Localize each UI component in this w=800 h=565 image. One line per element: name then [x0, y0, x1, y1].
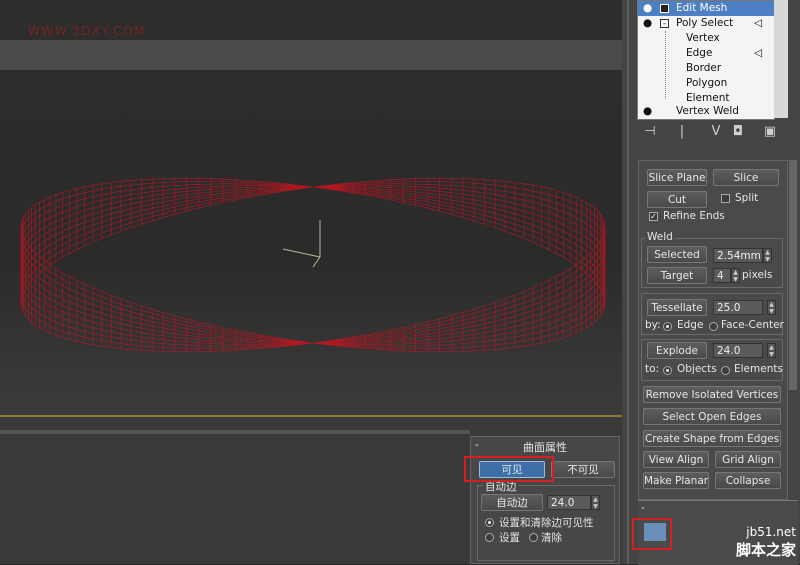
configure-modifier-sets-icon[interactable]: ▣ — [760, 122, 780, 142]
cut-button[interactable]: Cut — [647, 191, 707, 208]
site-url: jb51.net — [746, 525, 796, 539]
rollout-minus-icon[interactable]: - — [641, 502, 645, 514]
edit-geometry-rollout: Slice Plane Slice Cut Split ✓ Refine End… — [638, 160, 788, 500]
collapse-button[interactable]: Collapse — [715, 472, 781, 489]
to-label: to: — [645, 363, 660, 375]
track-bar[interactable] — [0, 430, 470, 434]
set-radio[interactable] — [485, 533, 494, 542]
refine-ends-checkbox[interactable]: ✓ — [649, 212, 658, 221]
make-unique-icon[interactable]: V — [706, 122, 726, 142]
rollout-scrollbar[interactable] — [789, 160, 797, 390]
auto-edge-threshold-input[interactable]: 24.0 — [547, 495, 591, 510]
split-checkbox[interactable] — [721, 194, 730, 203]
stack-item-edit-mesh[interactable]: ● Edit Mesh — [638, 1, 774, 16]
split-label: Split — [735, 192, 759, 204]
set-and-clear-label: 设置和清除边可见性 — [499, 517, 594, 529]
highlight-box — [632, 518, 672, 550]
weld-target-button[interactable]: Target — [647, 267, 707, 284]
lightbulb-icon[interactable]: ● — [643, 1, 652, 16]
tree-connector — [665, 31, 666, 99]
lightbulb-icon[interactable]: ● — [643, 105, 652, 118]
tessellate-face-center-radio[interactable] — [709, 322, 718, 331]
stack-item-label: Element — [686, 92, 730, 104]
explode-button[interactable]: Explode — [647, 342, 707, 359]
stack-item-label: Edit Mesh — [676, 2, 728, 14]
explode-elements-radio[interactable] — [721, 366, 730, 375]
invisible-button[interactable]: 不可见 — [551, 461, 615, 478]
set-label: 设置 — [499, 532, 520, 544]
stack-item-label: Edge — [686, 47, 713, 59]
clear-label: 清除 — [541, 532, 562, 544]
triangle-marker-icon: ◁ — [754, 47, 763, 59]
mobius-wireframe-mesh[interactable] — [0, 0, 622, 415]
auto-edge-button[interactable]: 自动边 — [481, 494, 543, 511]
create-shape-from-edges-button[interactable]: Create Shape from Edges — [643, 430, 781, 447]
slice-plane-button[interactable]: Slice Plane — [647, 169, 707, 186]
weld-group-label: Weld — [645, 231, 675, 243]
highlight-box — [464, 456, 554, 482]
weld-target-input[interactable]: 4 — [713, 268, 731, 283]
grid-align-button[interactable]: Grid Align — [715, 451, 781, 468]
stack-item-edge[interactable]: Edge ◁ — [638, 46, 774, 61]
spinner-icon[interactable]: ▲ ▼ — [591, 495, 600, 510]
explode-objects-radio[interactable] — [663, 366, 672, 375]
transform-gizmo-icon — [282, 220, 321, 268]
viewport-frame — [0, 415, 622, 417]
explode-angle-input[interactable]: 24.0 — [713, 343, 763, 358]
site-watermark: jb51.net 脚本之家 — [736, 525, 796, 560]
stack-item-label: Vertex Weld — [676, 105, 739, 117]
triangle-marker-icon: ◁ — [754, 17, 763, 29]
collapse-icon[interactable]: - — [660, 19, 669, 28]
stack-item-label: Border — [686, 62, 722, 74]
edge-label: Edge — [677, 319, 704, 331]
clear-radio[interactable] — [529, 533, 538, 542]
refine-ends-label: Refine Ends — [663, 210, 725, 222]
spinner-icon[interactable]: ▲ ▼ — [763, 248, 772, 263]
remove-isolated-vertices-button[interactable]: Remove Isolated Vertices — [643, 386, 781, 403]
set-and-clear-radio[interactable] — [485, 518, 494, 527]
objects-label: Objects — [677, 363, 717, 375]
stack-item-label: Polygon — [686, 77, 728, 89]
face-center-label: Face-Center — [721, 319, 784, 331]
select-open-edges-button[interactable]: Select Open Edges — [643, 408, 781, 425]
expand-icon[interactable] — [660, 4, 669, 13]
lightbulb-icon[interactable]: ● — [643, 16, 652, 31]
tessellate-edge-radio[interactable] — [663, 322, 672, 331]
stack-item-label: Vertex — [686, 32, 720, 44]
site-name: 脚本之家 — [735, 541, 796, 559]
tessellate-button[interactable]: Tessellate — [647, 299, 707, 316]
weld-selected-button[interactable]: Selected — [647, 246, 707, 263]
elements-label: Elements — [734, 363, 783, 375]
tessellate-tension-input[interactable]: 25.0 — [713, 300, 763, 315]
show-end-result-icon[interactable]: | — [672, 122, 692, 142]
spinner-icon[interactable]: ▲ ▼ — [767, 343, 776, 358]
stack-toolbar: ⊣ | V ◘ ▣ — [636, 122, 786, 144]
by-label: by: — [645, 319, 661, 331]
rollout-title: 曲面属性 — [523, 441, 567, 454]
stack-item-label: Poly Select — [676, 17, 734, 29]
stack-scrollbar[interactable] — [774, 0, 788, 118]
weld-threshold-input[interactable]: 2.54mm — [713, 248, 763, 263]
stack-item-poly-select[interactable]: ● - Poly Select ◁ — [638, 16, 774, 31]
view-align-button[interactable]: View Align — [643, 451, 709, 468]
pin-stack-icon[interactable]: ⊣ — [640, 122, 660, 142]
spinner-icon[interactable]: ▲ ▼ — [767, 300, 776, 315]
pixels-label: pixels — [742, 269, 773, 281]
remove-modifier-icon[interactable]: ◘ — [728, 122, 748, 142]
modifier-stack[interactable]: ● Edit Mesh ● - Poly Select ◁ Vertex Edg… — [637, 0, 775, 120]
slice-button[interactable]: Slice — [713, 169, 779, 186]
panel-divider — [627, 0, 629, 564]
spinner-icon[interactable]: ▲ ▼ — [731, 268, 740, 283]
make-planar-button[interactable]: Make Planar — [643, 472, 709, 489]
rollout-minus-icon[interactable]: - — [475, 439, 479, 451]
